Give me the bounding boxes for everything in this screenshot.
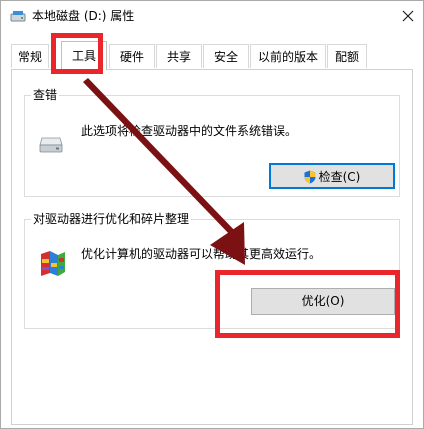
window-title: 本地磁盘 (D:) 属性 bbox=[32, 9, 135, 23]
optimize-group: 对驱动器进行优化和碎片整理 优化计算机的驱动器可以帮助其更高效运行。 优化(O) bbox=[24, 212, 400, 329]
tab-tools[interactable]: 工具 bbox=[61, 41, 107, 70]
uac-shield-icon bbox=[304, 170, 316, 183]
tab-sharing[interactable]: 共享 bbox=[156, 44, 202, 68]
tab-general[interactable]: 常规 bbox=[11, 44, 49, 68]
hard-drive-icon bbox=[39, 137, 63, 153]
optimize-button[interactable]: 优化(O) bbox=[251, 288, 395, 315]
check-button-label: 检查(C) bbox=[318, 169, 361, 184]
tab-quota[interactable]: 配额 bbox=[327, 44, 367, 68]
optimize-description: 优化计算机的驱动器可以帮助其更高效运行。 bbox=[81, 247, 322, 261]
tab-strip: 常规 工具 硬件 共享 安全 以前的版本 配额 bbox=[11, 41, 411, 70]
title-bar: 本地磁盘 (D:) 属性 bbox=[1, 1, 423, 31]
tools-panel: 查错 此选项将检查驱动器中的文件系统错误。 检查(C) 对驱动器进行优化和碎片整… bbox=[11, 69, 413, 425]
error-check-description: 此选项将检查驱动器中的文件系统错误。 bbox=[81, 124, 298, 138]
properties-window: 本地磁盘 (D:) 属性 常规 工具 硬件 共享 安全 以前的版本 配额 查错 … bbox=[0, 0, 424, 429]
close-icon bbox=[402, 10, 414, 22]
tab-previous-versions[interactable]: 以前的版本 bbox=[250, 44, 326, 68]
error-check-group: 查错 此选项将检查驱动器中的文件系统错误。 检查(C) bbox=[24, 88, 400, 197]
tab-security[interactable]: 安全 bbox=[203, 44, 249, 68]
optimize-button-label: 优化(O) bbox=[301, 294, 345, 308]
optimize-title: 对驱动器进行优化和碎片整理 bbox=[31, 212, 192, 226]
error-check-title: 查错 bbox=[31, 88, 60, 102]
drive-icon bbox=[10, 11, 26, 22]
check-button[interactable]: 检查(C) bbox=[269, 163, 395, 189]
close-button[interactable] bbox=[393, 1, 423, 31]
tab-hardware[interactable]: 硬件 bbox=[109, 44, 155, 68]
defrag-icon bbox=[41, 251, 65, 276]
